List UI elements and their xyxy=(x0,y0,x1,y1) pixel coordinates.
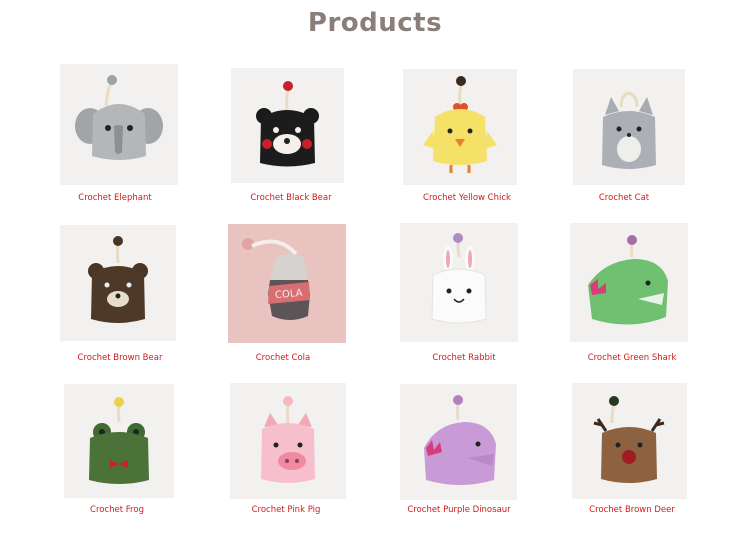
black-bear-illustration xyxy=(231,68,344,183)
product-caption[interactable]: Crochet Pink Pig xyxy=(196,505,376,515)
product-caption[interactable]: Crochet Cat xyxy=(534,193,714,203)
product-caption[interactable]: Crochet Rabbit xyxy=(374,353,554,363)
product-caption[interactable]: Crochet Black Bear xyxy=(201,193,381,203)
product-caption[interactable]: Crochet Brown Bear xyxy=(30,353,210,363)
product-caption[interactable]: Crochet Elephant xyxy=(25,193,205,203)
product-caption[interactable]: Crochet Brown Deer xyxy=(542,505,722,515)
product-caption[interactable]: Crochet Cola xyxy=(193,353,373,363)
elephant-illustration xyxy=(60,64,178,185)
product-image-frog[interactable] xyxy=(64,384,174,498)
frog-illustration xyxy=(64,384,174,498)
product-caption[interactable]: Crochet Yellow Chick xyxy=(377,193,557,203)
rabbit-illustration xyxy=(400,223,518,342)
purple-dinosaur-illustration xyxy=(400,384,517,500)
product-image-pink-pig[interactable] xyxy=(230,383,346,499)
yellow-chick-illustration xyxy=(403,69,517,185)
pink-pig-illustration xyxy=(230,383,346,499)
product-caption[interactable]: Crochet Purple Dinosaur xyxy=(369,505,549,515)
product-caption[interactable]: Crochet Green Shark xyxy=(542,353,722,363)
product-image-brown-bear[interactable] xyxy=(60,225,176,341)
brown-bear-illustration xyxy=(60,225,176,341)
product-image-cola[interactable]: COLA xyxy=(228,224,346,343)
cat-illustration xyxy=(573,69,685,185)
page-title: Products xyxy=(307,8,443,38)
product-image-rabbit[interactable] xyxy=(400,223,518,342)
green-shark-illustration xyxy=(570,223,688,342)
product-image-cat[interactable] xyxy=(573,69,685,185)
product-image-black-bear[interactable] xyxy=(231,68,344,183)
product-image-yellow-chick[interactable] xyxy=(403,69,517,185)
product-image-brown-deer[interactable] xyxy=(572,383,687,499)
brown-deer-illustration xyxy=(572,383,687,499)
product-image-purple-dinosaur[interactable] xyxy=(400,384,517,500)
cola-illustration: COLA xyxy=(228,224,346,343)
product-caption[interactable]: Crochet Frog xyxy=(27,505,207,515)
product-image-green-shark[interactable] xyxy=(570,223,688,342)
product-image-elephant[interactable] xyxy=(60,64,178,185)
